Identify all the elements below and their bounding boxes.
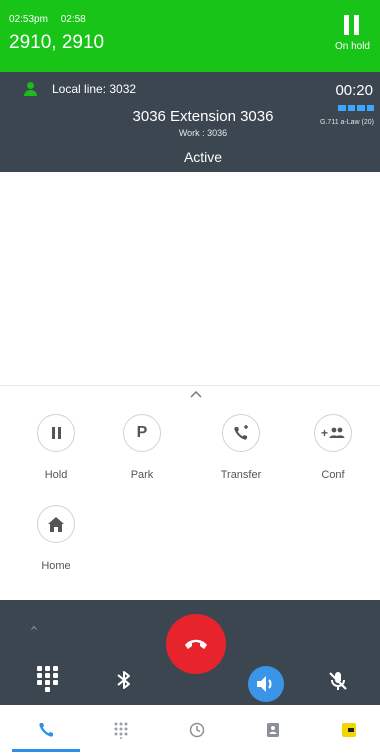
call-status: Active <box>183 149 223 165</box>
transfer-label: Transfer <box>220 469 262 481</box>
add-people-icon: + <box>321 426 345 440</box>
held-call-names: 2910, 2910 <box>9 32 105 53</box>
conference-button[interactable]: + Conf <box>293 414 373 481</box>
controls-divider <box>0 385 380 386</box>
home-circle[interactable] <box>37 505 75 543</box>
active-call-panel: Local line: 3032 00:20 G.711 a-Law (20) … <box>0 72 380 172</box>
pause-icon <box>343 15 361 35</box>
add-symbol: + <box>320 426 328 440</box>
speaker-icon <box>257 676 272 692</box>
contact-number: Work : 3036 <box>178 128 228 138</box>
home-icon <box>48 516 64 532</box>
pause-icon <box>50 427 62 439</box>
tab-dialpad[interactable] <box>83 705 159 755</box>
park-icon: P <box>136 424 148 441</box>
contact-name: 3036 Extension 3036 <box>132 108 274 125</box>
transfer-circle[interactable] <box>222 414 260 452</box>
dialpad-button[interactable] <box>37 666 61 692</box>
transfer-icon <box>234 425 248 440</box>
phone-icon <box>39 723 53 737</box>
transfer-button[interactable]: Transfer <box>201 414 281 481</box>
voicemail-icon <box>342 723 356 737</box>
park-button[interactable]: P Park <box>102 414 182 481</box>
tab-voicemail[interactable] <box>311 705 380 755</box>
bluetooth-icon[interactable] <box>113 668 135 692</box>
hold-status-label: On hold <box>334 41 370 52</box>
person-icon <box>24 82 37 96</box>
chevron-up-icon[interactable] <box>190 390 202 398</box>
held-call-time: 02:53pm <box>9 14 48 25</box>
home-label: Home <box>41 560 71 572</box>
hangup-button[interactable] <box>166 614 226 674</box>
contacts-icon <box>267 723 279 737</box>
clock-icon <box>189 722 205 738</box>
bottom-navigation <box>0 705 380 755</box>
tab-phone[interactable] <box>8 705 84 755</box>
tab-contacts[interactable] <box>235 705 311 755</box>
chevron-up-icon[interactable] <box>31 625 37 630</box>
call-timer: 00:20 <box>335 82 373 99</box>
conference-label: Conf <box>321 469 345 481</box>
dialpad-icon <box>114 722 128 739</box>
held-call-duration: 02:58 <box>60 14 86 25</box>
speaker-button[interactable] <box>248 666 284 702</box>
local-line-label: Local line: 3032 <box>52 82 137 96</box>
hold-label: Hold <box>44 469 68 481</box>
hold-circle[interactable] <box>37 414 75 452</box>
microphone-mute-icon[interactable] <box>326 669 350 693</box>
held-call-banner[interactable]: 02:53pm 02:58 2910, 2910 On hold <box>0 0 380 72</box>
conference-circle[interactable]: + <box>314 414 352 452</box>
people-icon <box>329 427 345 438</box>
dialpad-icon <box>37 666 61 692</box>
hangup-icon <box>185 639 207 649</box>
home-button[interactable]: Home <box>16 505 96 572</box>
park-circle[interactable]: P <box>123 414 161 452</box>
held-call-times: 02:53pm 02:58 <box>9 14 96 25</box>
hold-button[interactable]: Hold <box>16 414 96 481</box>
tab-history[interactable] <box>159 705 235 755</box>
park-label: Park <box>130 469 154 481</box>
